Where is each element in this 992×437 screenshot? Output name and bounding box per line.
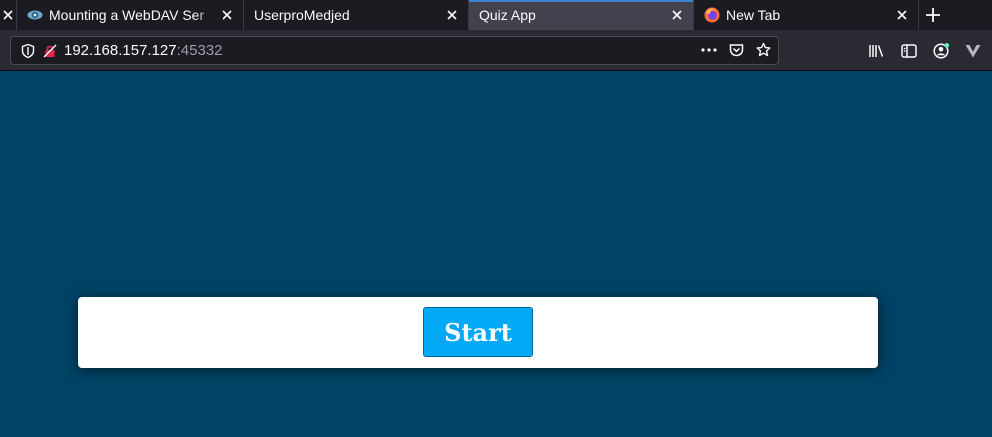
- address-bar[interactable]: 192.168.157.127:45332: [10, 36, 779, 65]
- new-tab-button[interactable]: [919, 0, 947, 30]
- start-button[interactable]: Start: [423, 307, 533, 357]
- tab-label: New Tab: [726, 7, 781, 23]
- bookmark-star-icon[interactable]: [755, 42, 772, 58]
- insecure-lock-icon[interactable]: [42, 43, 58, 59]
- webdav-favicon-icon: [27, 10, 43, 20]
- account-icon[interactable]: [932, 42, 950, 60]
- tab-quiz-app[interactable]: Quiz App: [469, 0, 694, 30]
- extension-v-icon[interactable]: [964, 42, 982, 60]
- pocket-icon[interactable]: [728, 42, 745, 58]
- library-icon[interactable]: [868, 42, 886, 60]
- page-actions-menu-icon[interactable]: [700, 42, 718, 58]
- close-icon[interactable]: [894, 7, 910, 23]
- navigation-toolbar: 192.168.157.127:45332: [0, 30, 992, 71]
- url-text: 192.168.157.127:45332: [64, 42, 223, 59]
- tab-label: UserproMedjed: [254, 7, 350, 23]
- close-icon[interactable]: [669, 7, 685, 23]
- tab-strip: Mounting a WebDAV Ser UserproMedjed Quiz…: [0, 0, 992, 30]
- tab-label: Mounting a WebDAV Ser: [49, 7, 205, 23]
- tab-userpromedjed[interactable]: UserproMedjed: [244, 0, 469, 30]
- tracking-shield-icon[interactable]: [20, 43, 36, 59]
- quiz-start-card: Start: [78, 297, 878, 368]
- close-icon[interactable]: [444, 7, 460, 23]
- url-port: :45332: [176, 42, 223, 59]
- tab-webdav[interactable]: Mounting a WebDAV Ser: [17, 0, 244, 30]
- address-bar-actions: [700, 42, 772, 58]
- sidebar-toggle-icon[interactable]: [900, 42, 918, 60]
- tab-label: Quiz App: [479, 7, 536, 23]
- url-host: 192.168.157.127: [64, 42, 177, 59]
- close-icon[interactable]: [0, 7, 16, 23]
- tab-partial[interactable]: [0, 0, 17, 30]
- tab-new-tab[interactable]: New Tab: [694, 0, 919, 30]
- plus-icon: [926, 8, 940, 22]
- toolbar-right: [868, 42, 992, 60]
- close-icon[interactable]: [219, 7, 235, 23]
- firefox-favicon-icon: [704, 7, 720, 23]
